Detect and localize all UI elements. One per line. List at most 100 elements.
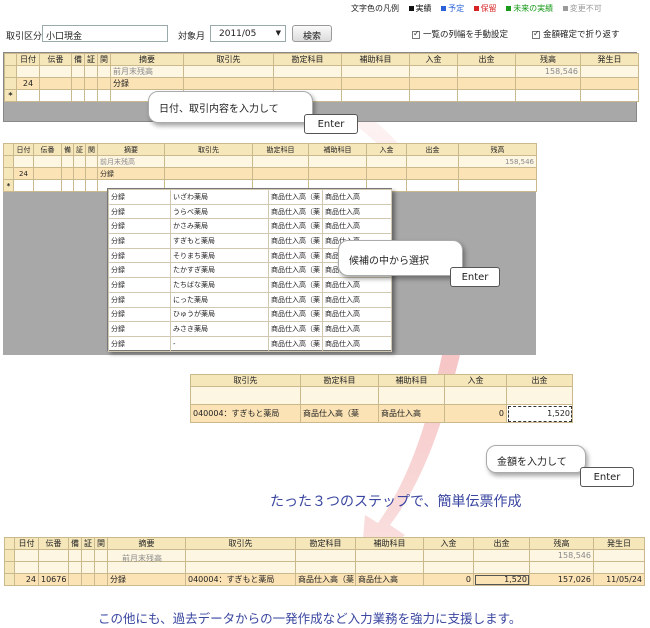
- suggestion-account[interactable]: 商品仕入高（薬: [268, 306, 323, 323]
- cell-occurred-date[interactable]: 11/05/24: [593, 573, 645, 586]
- list-item[interactable]: 分録 みさき薬局 商品仕入高（薬 商品仕入高: [108, 321, 392, 337]
- cell-date[interactable]: 24: [13, 167, 34, 180]
- suggestion-account[interactable]: 商品仕入高（薬: [268, 189, 323, 205]
- suggestion-account[interactable]: 商品仕入高（薬: [268, 277, 323, 293]
- col-header-account[interactable]: 勘定科目: [295, 537, 356, 550]
- cell-sub-account[interactable]: 商品仕入高: [355, 573, 424, 586]
- suggestion-sub[interactable]: 商品仕入高: [322, 203, 392, 220]
- cell-summary[interactable]: 分録: [97, 167, 165, 180]
- suggestion-summary[interactable]: 分録: [108, 321, 171, 337]
- category-input[interactable]: 小口現金: [42, 25, 168, 42]
- col-header-sub-account[interactable]: 補助科目: [355, 537, 424, 550]
- suggestion-account[interactable]: 商品仕入高（薬: [268, 321, 323, 337]
- wrap-checkbox[interactable]: 金額確定で折り返す: [532, 28, 620, 40]
- col-header-note[interactable]: 備: [71, 53, 85, 66]
- col-header-balance[interactable]: 残高: [458, 143, 537, 156]
- col-header-summary[interactable]: 摘要: [97, 143, 165, 156]
- suggestion-summary[interactable]: 分録: [108, 189, 171, 205]
- suggestion-summary[interactable]: 分録: [108, 291, 171, 308]
- cell-sub-account[interactable]: 商品仕入高: [378, 404, 445, 423]
- cell-summary[interactable]: 分録: [107, 573, 186, 586]
- suggestion-partner[interactable]: みさき薬局: [170, 321, 269, 337]
- col-header-related[interactable]: 関: [94, 537, 108, 550]
- cell-account[interactable]: 商品仕入高（薬: [300, 404, 379, 423]
- col-header-sub-account[interactable]: 補助科目: [378, 374, 445, 387]
- list-item[interactable]: 分録 にった薬局 商品仕入高（薬 商品仕入高: [108, 291, 392, 308]
- col-header-withdrawal[interactable]: 出金: [473, 537, 530, 550]
- suggestion-account[interactable]: 商品仕入高（薬: [268, 335, 323, 352]
- col-header-related[interactable]: 関: [85, 143, 98, 156]
- col-header-partner[interactable]: 取引先: [164, 143, 253, 156]
- suggestion-sub[interactable]: 商品仕入高: [322, 218, 392, 235]
- col-header-slip-no[interactable]: 伝番: [39, 53, 72, 66]
- cell-date[interactable]: 24: [16, 77, 40, 90]
- col-header-balance[interactable]: 残高: [529, 537, 594, 550]
- table-row[interactable]: 24 10676 分録 040004：すぎもと薬局 商品仕入高（薬 商品仕入高 …: [4, 573, 645, 586]
- cell-slip-no[interactable]: 10676: [38, 573, 69, 586]
- cell-summary[interactable]: 分録: [110, 77, 184, 90]
- col-header-sub-account[interactable]: 補助科目: [341, 53, 410, 66]
- suggestion-account[interactable]: 商品仕入高（薬: [268, 233, 323, 249]
- col-header-date[interactable]: 日付: [16, 53, 40, 66]
- col-header-account[interactable]: 勘定科目: [300, 374, 379, 387]
- col-header-date[interactable]: 日付: [13, 143, 34, 156]
- col-header-voucher[interactable]: 証: [84, 53, 98, 66]
- col-header-summary[interactable]: 摘要: [107, 537, 186, 550]
- suggestion-sub[interactable]: 商品仕入高: [322, 335, 392, 352]
- col-header-withdrawal[interactable]: 出金: [506, 374, 573, 387]
- col-header-occurred[interactable]: 発生日: [580, 53, 639, 66]
- col-header-related[interactable]: 関: [97, 53, 111, 66]
- cell-account[interactable]: 商品仕入高（薬: [295, 573, 356, 586]
- suggestion-partner[interactable]: たかすぎ薬局: [170, 262, 269, 279]
- new-row[interactable]: *: [4, 89, 639, 102]
- suggestion-partner[interactable]: たちばな薬局: [170, 277, 269, 293]
- col-header-balance[interactable]: 残高: [515, 53, 581, 66]
- suggestion-summary[interactable]: 分録: [108, 203, 171, 220]
- suggestion-sub[interactable]: 商品仕入高: [322, 306, 392, 323]
- col-header-deposit[interactable]: 入金: [366, 143, 407, 156]
- suggestion-partner[interactable]: かさみ薬局: [170, 218, 269, 235]
- suggestion-sub[interactable]: 商品仕入高: [322, 321, 392, 337]
- search-button[interactable]: 検索: [292, 25, 332, 42]
- month-select[interactable]: 2011/05 ▼: [210, 25, 286, 42]
- list-item[interactable]: 分録 かさみ薬局 商品仕入高（薬 商品仕入高: [108, 218, 392, 235]
- table-row[interactable]: 24 分録: [3, 167, 537, 180]
- list-item[interactable]: 分録 いざわ薬局 商品仕入高（薬 商品仕入高: [108, 189, 392, 205]
- cell-deposit[interactable]: 0: [423, 573, 474, 586]
- suggestion-partner[interactable]: すぎもと薬局: [170, 233, 269, 249]
- col-header-occurred[interactable]: 発生日: [593, 537, 645, 550]
- col-header-note[interactable]: 備: [68, 537, 82, 550]
- suggestion-account[interactable]: 商品仕入高（薬: [268, 218, 323, 235]
- col-header-date[interactable]: 日付: [14, 537, 39, 550]
- col-header-withdrawal[interactable]: 出金: [406, 143, 459, 156]
- suggestion-summary[interactable]: 分録: [108, 262, 171, 279]
- col-header-partner[interactable]: 取引先: [190, 374, 301, 387]
- cell-date[interactable]: 24: [14, 573, 39, 586]
- col-header-deposit[interactable]: 入金: [423, 537, 474, 550]
- col-header-voucher[interactable]: 証: [73, 143, 86, 156]
- suggestion-summary[interactable]: 分録: [108, 306, 171, 323]
- cell-withdrawal[interactable]: 1,520: [506, 404, 573, 423]
- list-item[interactable]: 分録 - 商品仕入高（薬 商品仕入高: [108, 335, 392, 352]
- manual-cols-checkbox[interactable]: 一覧の列幅を手動設定: [412, 28, 508, 40]
- col-header-account[interactable]: 勘定科目: [273, 53, 342, 66]
- col-header-account[interactable]: 勘定科目: [252, 143, 309, 156]
- suggestion-summary[interactable]: 分録: [108, 218, 171, 235]
- col-header-partner[interactable]: 取引先: [183, 53, 274, 66]
- suggestion-summary[interactable]: 分録: [108, 233, 171, 249]
- suggestion-account[interactable]: 商品仕入高（薬: [268, 203, 323, 220]
- table-row[interactable]: 040004：すぎもと薬局 商品仕入高（薬 商品仕入高 0 1,520: [190, 404, 573, 423]
- suggestion-account[interactable]: 商品仕入高（薬: [268, 291, 323, 308]
- suggestion-partner[interactable]: そりまち薬局: [170, 247, 269, 264]
- col-header-note[interactable]: 備: [61, 143, 74, 156]
- cell-balance[interactable]: 157,026: [529, 573, 594, 586]
- suggestion-account[interactable]: 商品仕入高（薬: [268, 262, 323, 279]
- suggestion-sub[interactable]: 商品仕入高: [322, 291, 392, 308]
- col-header-partner[interactable]: 取引先: [185, 537, 296, 550]
- col-header-sub-account[interactable]: 補助科目: [308, 143, 367, 156]
- col-header-slip-no[interactable]: 伝番: [33, 143, 62, 156]
- suggestion-sub[interactable]: 商品仕入高: [322, 277, 392, 293]
- col-header-withdrawal[interactable]: 出金: [457, 53, 516, 66]
- suggestion-account[interactable]: 商品仕入高（薬: [268, 247, 323, 264]
- cell-partner[interactable]: 040004：すぎもと薬局: [190, 404, 301, 423]
